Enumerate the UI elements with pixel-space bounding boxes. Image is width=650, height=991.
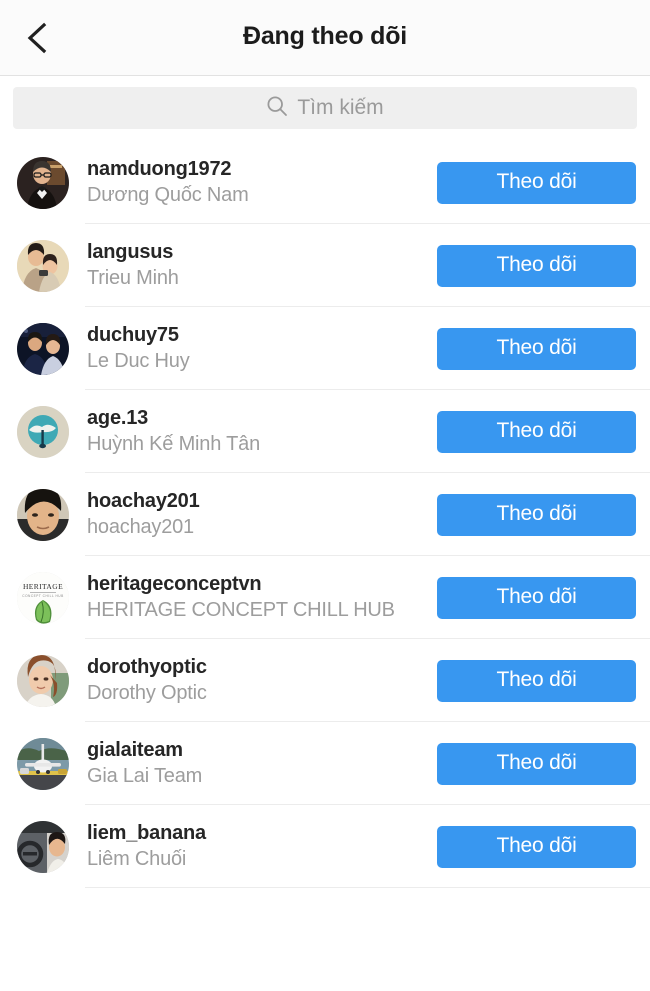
follow-button[interactable]: Theo dõi xyxy=(437,659,636,702)
follow-button[interactable]: Theo dõi xyxy=(437,244,636,287)
search-section: Tìm kiếm xyxy=(0,76,650,141)
follow-button[interactable]: Theo dõi xyxy=(437,410,636,453)
username: dorothyoptic xyxy=(87,655,207,678)
fullname: Dorothy Optic xyxy=(87,681,207,704)
list-item[interactable]: gialaiteam Gia Lai Team Theo dõi xyxy=(0,722,650,805)
fullname: Trieu Minh xyxy=(87,266,179,289)
avatar[interactable] xyxy=(17,654,69,707)
svg-text:HERITAGE: HERITAGE xyxy=(23,582,63,591)
follow-button[interactable]: Theo dõi xyxy=(437,327,636,370)
list-item[interactable]: langusus Trieu Minh Theo dõi xyxy=(0,224,650,307)
user-names[interactable]: dorothyoptic Dorothy Optic xyxy=(87,655,437,706)
follow-button[interactable]: Theo dõi xyxy=(437,493,636,536)
user-names[interactable]: age.13 Huỳnh Kế Minh Tân xyxy=(87,406,437,457)
list-item[interactable]: liem_banana Liêm Chuối Theo dõi xyxy=(0,805,650,888)
username: langusus xyxy=(87,240,174,263)
username: hoachay201 xyxy=(87,489,200,512)
list-item[interactable]: HERITAGE CONCEPT CHILL HUB heritageconce… xyxy=(0,556,650,639)
search-placeholder: Tìm kiếm xyxy=(297,95,384,119)
fullname: Gia Lai Team xyxy=(87,764,203,787)
fullname: Liêm Chuối xyxy=(87,847,187,870)
list-item[interactable]: namduong1972 Dương Quốc Nam Theo dõi xyxy=(0,141,650,224)
username: heritageconceptvn xyxy=(87,572,262,595)
list-item[interactable]: hoachay201 hoachay201 Theo dõi xyxy=(0,473,650,556)
username: duchuy75 xyxy=(87,323,179,346)
fullname: Dương Quốc Nam xyxy=(87,183,249,206)
username: liem_banana xyxy=(87,821,206,844)
username: namduong1972 xyxy=(87,157,232,180)
avatar[interactable] xyxy=(17,322,69,375)
user-names[interactable]: duchuy75 Le Duc Huy xyxy=(87,323,437,374)
fullname: Le Duc Huy xyxy=(87,349,190,372)
user-names[interactable]: liem_banana Liêm Chuối xyxy=(87,821,437,872)
list-item[interactable]: age.13 Huỳnh Kế Minh Tân Theo dõi xyxy=(0,390,650,473)
fullname: HERITAGE CONCEPT CHILL HUB xyxy=(87,598,395,621)
username: age.13 xyxy=(87,406,149,429)
search-icon xyxy=(266,95,288,122)
avatar[interactable] xyxy=(17,156,69,209)
avatar[interactable] xyxy=(17,737,69,790)
following-list: namduong1972 Dương Quốc Nam Theo dõi lan… xyxy=(0,141,650,888)
list-empty-space xyxy=(0,888,650,988)
avatar[interactable] xyxy=(17,488,69,541)
list-item[interactable]: duchuy75 Le Duc Huy Theo dõi xyxy=(0,307,650,390)
list-item[interactable]: dorothyoptic Dorothy Optic Theo dõi xyxy=(0,639,650,722)
avatar[interactable] xyxy=(17,405,69,458)
follow-button[interactable]: Theo dõi xyxy=(437,161,636,204)
user-names[interactable]: langusus Trieu Minh xyxy=(87,240,437,291)
avatar[interactable]: HERITAGE CONCEPT CHILL HUB xyxy=(17,571,69,624)
avatar[interactable] xyxy=(17,820,69,873)
svg-text:CONCEPT CHILL HUB: CONCEPT CHILL HUB xyxy=(22,594,63,598)
screen-header: Đang theo dõi xyxy=(0,0,650,76)
avatar[interactable] xyxy=(17,239,69,292)
fullname: hoachay201 xyxy=(87,515,194,538)
follow-button[interactable]: Theo dõi xyxy=(437,825,636,868)
fullname: Huỳnh Kế Minh Tân xyxy=(87,432,260,455)
user-names[interactable]: gialaiteam Gia Lai Team xyxy=(87,738,437,789)
user-names[interactable]: heritageconceptvn HERITAGE CONCEPT CHILL… xyxy=(87,572,437,623)
username: gialaiteam xyxy=(87,738,183,761)
search-input[interactable]: Tìm kiếm xyxy=(13,87,637,129)
follow-button[interactable]: Theo dõi xyxy=(437,742,636,785)
page-title: Đang theo dõi xyxy=(242,22,408,50)
following-screen: Đang theo dõi Tìm kiếm namduong1972 Dươn… xyxy=(0,0,650,991)
user-names[interactable]: namduong1972 Dương Quốc Nam xyxy=(87,157,437,208)
user-names[interactable]: hoachay201 hoachay201 xyxy=(87,489,437,540)
follow-button[interactable]: Theo dõi xyxy=(437,576,636,619)
